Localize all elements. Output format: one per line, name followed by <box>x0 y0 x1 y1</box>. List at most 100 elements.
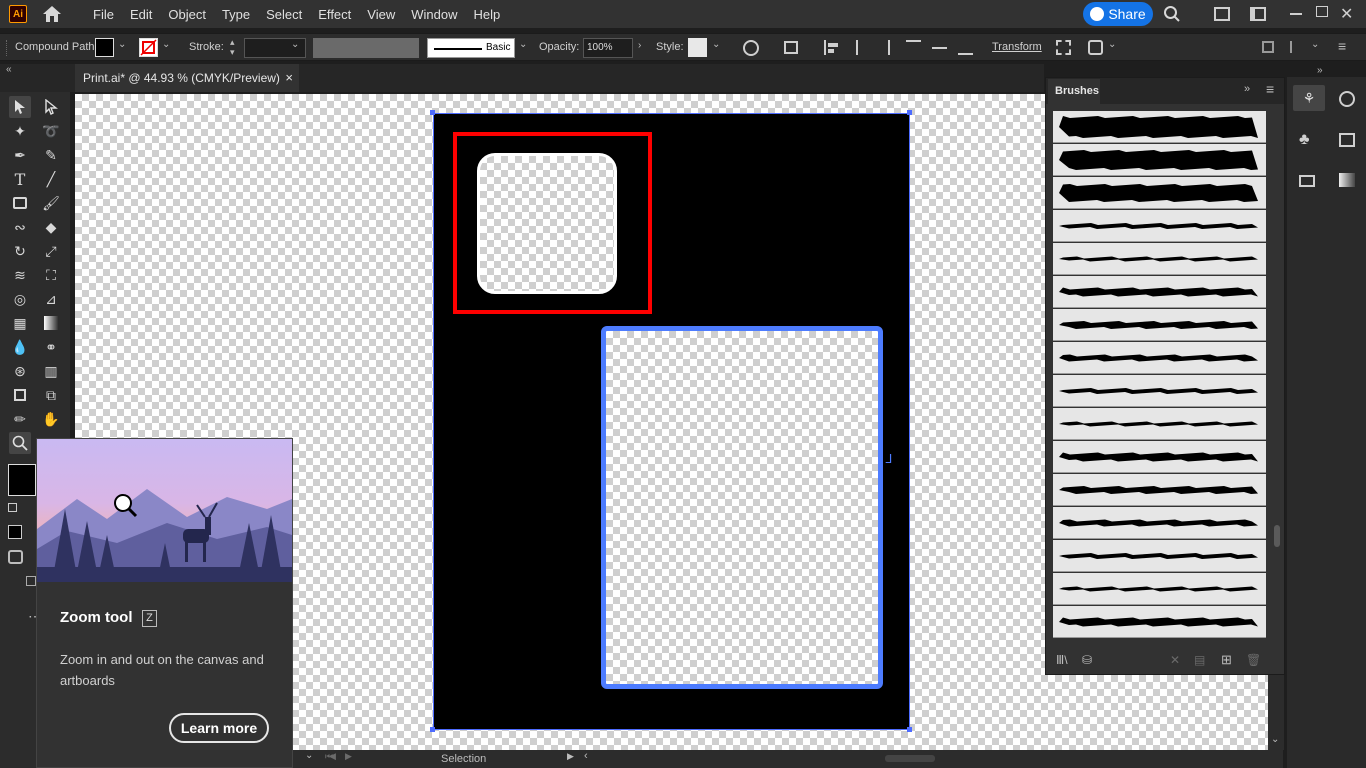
panel-menu-icon[interactable]: ≡ <box>1266 81 1274 97</box>
artboard[interactable]: ᒧ <box>433 113 910 730</box>
graphic-style-swatch[interactable] <box>688 38 707 57</box>
horizontal-scroll-left-icon[interactable]: ‹ <box>584 750 588 762</box>
width-tool-icon[interactable]: ≋ <box>9 264 31 286</box>
menu-window[interactable]: Window <box>403 7 465 22</box>
selection-tool-icon[interactable] <box>9 96 31 118</box>
brush-item[interactable] <box>1053 441 1266 473</box>
status-menu-arrow-icon[interactable]: ▶ <box>567 751 574 762</box>
brushes-tab[interactable]: Brushes <box>1048 79 1100 104</box>
scrollbar-thumb[interactable] <box>1274 525 1280 547</box>
brush-libraries-icon[interactable]: Ⅲ\ <box>1056 653 1068 667</box>
artboard-handle-tr[interactable] <box>907 110 912 115</box>
artboard-nav-dropdown-icon[interactable]: ⌄ <box>305 750 313 761</box>
anchor-handle-icon[interactable]: ᒧ <box>885 452 892 466</box>
current-tool-status[interactable]: Selection <box>441 753 486 765</box>
brush-item[interactable] <box>1053 177 1266 209</box>
blend-tool-icon[interactable]: ⚭ <box>40 336 62 358</box>
brush-item[interactable] <box>1053 276 1266 308</box>
stroke-weight-dropdown-icon[interactable]: ⌄ <box>291 39 299 50</box>
scroll-down-icon[interactable]: ⌄ <box>1271 734 1279 745</box>
control-bar-menu-icon[interactable]: ≡ <box>1338 38 1346 54</box>
gradient-tool-icon[interactable] <box>40 312 62 334</box>
line-segment-tool-icon[interactable]: ╱ <box>40 168 62 190</box>
brush-item[interactable] <box>1053 474 1266 506</box>
zoom-tool-icon[interactable] <box>9 432 31 454</box>
artboard-handle-tl[interactable] <box>430 110 435 115</box>
arrange-icon[interactable] <box>1262 41 1274 53</box>
distribute-icon[interactable] <box>1290 41 1302 53</box>
scale-tool-icon[interactable]: ⤢ <box>40 240 62 262</box>
lasso-tool-icon[interactable]: ➰ <box>40 120 62 142</box>
distribute-dropdown-icon[interactable]: ⌄ <box>1311 39 1319 50</box>
draw-mode-icon[interactable] <box>8 550 23 564</box>
brushes-scrollbar[interactable] <box>1272 111 1282 643</box>
pencil-tool-icon[interactable]: ✏ <box>9 408 31 430</box>
align-horizontal-center-icon[interactable] <box>850 40 864 55</box>
brush-item[interactable] <box>1053 309 1266 341</box>
slice-tool-icon[interactable]: ⧉ <box>40 384 62 406</box>
dock-expand-icon[interactable]: » <box>1317 65 1323 76</box>
curvature-tool-icon[interactable]: ✎ <box>40 144 62 166</box>
style-dropdown-icon[interactable]: ⌄ <box>712 39 720 50</box>
opacity-input[interactable]: 100% <box>583 38 633 58</box>
align-top-icon[interactable] <box>906 40 921 55</box>
stroke-stepper-icon[interactable]: ▴ ▾ <box>230 37 235 57</box>
paintbrush-tool-icon[interactable]: 🖌 <box>40 192 62 214</box>
brush-item[interactable] <box>1053 507 1266 539</box>
menu-object[interactable]: Object <box>160 7 214 22</box>
new-brush-icon[interactable]: ⊞ <box>1221 652 1232 668</box>
workspace-switcher-icon[interactable] <box>1250 7 1266 21</box>
fill-color-swatch[interactable] <box>95 38 114 57</box>
opacity-arrow-icon[interactable]: › <box>638 40 641 51</box>
puppet-dropdown-icon[interactable]: ⌄ <box>1108 39 1116 50</box>
hand-tool-icon[interactable]: ✋ <box>40 408 62 430</box>
screen-mode-icon[interactable] <box>26 576 36 586</box>
align-bottom-icon[interactable] <box>958 40 973 55</box>
puppet-warp-icon[interactable] <box>1088 40 1103 55</box>
gradient-dock-icon[interactable] <box>1339 173 1355 187</box>
fill-dropdown-icon[interactable]: ⌄ <box>118 39 126 50</box>
next-artboard-icon[interactable]: ▶ <box>345 751 352 762</box>
variable-width-profile[interactable] <box>313 38 419 58</box>
brush-item[interactable] <box>1053 606 1266 638</box>
brushes-dock-icon[interactable]: ⚘ <box>1293 85 1325 111</box>
shape-mode-icon[interactable] <box>784 41 798 54</box>
mesh-tool-icon[interactable]: ▦ <box>9 312 31 334</box>
swap-fill-stroke-icon[interactable] <box>8 503 17 512</box>
brush-item[interactable] <box>1053 342 1266 374</box>
tab-print-document[interactable]: Print.ai* @ 44.93 % (CMYK/Preview) × <box>75 64 299 92</box>
align-left-icon[interactable] <box>824 40 838 55</box>
perspective-grid-tool-icon[interactable]: ⊿ <box>40 288 62 310</box>
symbols-dock-icon[interactable]: ♣ <box>1299 131 1310 149</box>
free-transform-tool-icon[interactable]: ⛶ <box>40 264 62 286</box>
horizontal-scrollbar-thumb[interactable] <box>885 755 935 762</box>
stroke-color-swatch[interactable] <box>139 38 158 57</box>
close-tab-icon[interactable]: × <box>285 70 293 85</box>
fill-swatch-large[interactable] <box>8 464 36 496</box>
menu-select[interactable]: Select <box>258 7 310 22</box>
minimize-window-icon[interactable] <box>1290 13 1302 15</box>
home-icon[interactable] <box>41 5 63 23</box>
brush-dropdown-icon[interactable]: ⌄ <box>519 39 527 50</box>
rectangle-tool-icon[interactable] <box>9 192 31 214</box>
align-vertical-center-icon[interactable] <box>932 47 947 49</box>
shape-builder-tool-icon[interactable]: ◎ <box>9 288 31 310</box>
brush-item[interactable] <box>1053 111 1266 143</box>
recolor-artwork-icon[interactable] <box>743 40 759 56</box>
arrange-documents-icon[interactable] <box>1214 7 1230 21</box>
brush-item[interactable] <box>1053 540 1266 572</box>
previous-artboard-icon[interactable]: ◀ <box>329 751 336 762</box>
artboard-handle-br[interactable] <box>907 727 912 732</box>
swatches-dock-icon[interactable] <box>1299 175 1315 187</box>
transform-link[interactable]: Transform <box>992 41 1042 53</box>
remove-brush-stroke-icon[interactable]: ✕ <box>1170 653 1180 667</box>
brush-item[interactable] <box>1053 243 1266 275</box>
layers-dock-icon[interactable] <box>1339 133 1355 147</box>
column-graph-tool-icon[interactable]: ▥ <box>40 360 62 382</box>
brush-item[interactable] <box>1053 573 1266 605</box>
type-tool-icon[interactable]: T <box>9 168 31 190</box>
brush-list[interactable] <box>1046 111 1284 643</box>
collapse-toolbar-icon[interactable]: « <box>6 64 12 75</box>
brush-item[interactable] <box>1053 408 1266 440</box>
delete-brush-icon[interactable]: 🗑 <box>1246 653 1261 667</box>
